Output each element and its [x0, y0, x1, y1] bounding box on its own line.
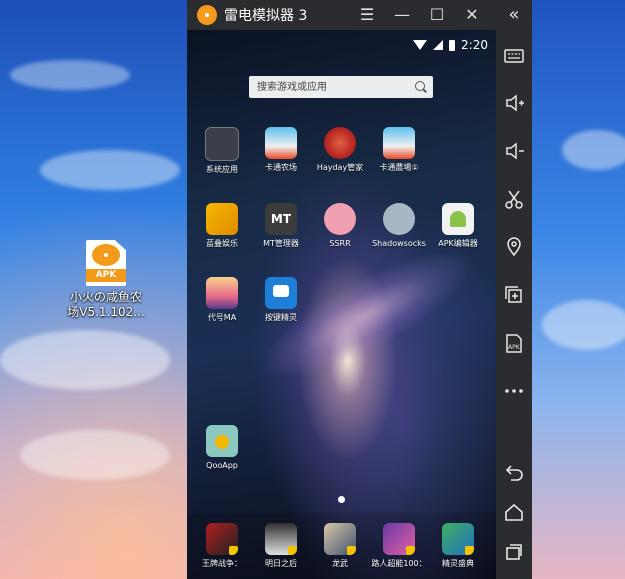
- app-apk-editor[interactable]: APK编辑器: [427, 203, 489, 249]
- dock-app-longwu[interactable]: 龙武: [309, 523, 371, 569]
- paper-plane-icon: [383, 203, 415, 235]
- app-system-apps[interactable]: 系统应用: [191, 127, 253, 175]
- robot-icon: [265, 277, 297, 309]
- app-codename-ma[interactable]: 代号MA: [191, 277, 253, 323]
- home-icon[interactable]: [502, 500, 526, 524]
- app-label: 龙武: [332, 559, 348, 568]
- battery-icon: [449, 39, 456, 51]
- more-options-icon[interactable]: [502, 379, 526, 403]
- page-indicator: [338, 496, 345, 503]
- game-icon: [324, 523, 356, 555]
- app-label: QooApp: [206, 461, 238, 470]
- window-title: 雷电模拟器 3: [224, 8, 308, 24]
- chicken-icon: [265, 127, 297, 159]
- game-icon: [442, 523, 474, 555]
- system-apps-folder-icon: [205, 127, 239, 161]
- title-bar[interactable]: 雷电模拟器 3 ☰ — ☐ ✕: [187, 0, 532, 30]
- app-label: APK编辑器: [438, 239, 478, 248]
- volume-up-icon[interactable]: [502, 91, 526, 115]
- mt-manager-icon: MT: [265, 203, 297, 235]
- game-icon: [206, 203, 238, 235]
- cloud: [562, 130, 625, 170]
- location-icon[interactable]: [502, 235, 526, 259]
- desktop-file-label-line2: 场V5.1.102...: [67, 305, 145, 319]
- cloud: [542, 300, 625, 350]
- dock-app-spirit[interactable]: 精灵盛典: [427, 523, 489, 569]
- signal-icon: [433, 40, 444, 50]
- app-qooapp[interactable]: QooApp: [191, 425, 253, 471]
- app-label: SSRR: [329, 239, 351, 248]
- app-key-sprite[interactable]: 按键精灵: [250, 277, 312, 323]
- wifi-icon: [413, 40, 428, 50]
- chicken-icon: [383, 127, 415, 159]
- app-hayday-manager[interactable]: Hayday管家: [309, 127, 371, 173]
- desktop-file-label: 小火の咸鱼农 场V5.1.102...: [62, 290, 150, 320]
- status-bar: 2:20: [413, 38, 488, 52]
- recent-apps-icon[interactable]: [502, 539, 526, 563]
- app-label: 蓝叠娱乐: [206, 239, 238, 248]
- app-mt-manager[interactable]: MT MT管理器: [250, 203, 312, 249]
- app-hayday-tw[interactable]: 卡通農場①: [368, 127, 430, 173]
- menu-button[interactable]: ☰: [357, 5, 377, 25]
- close-button[interactable]: ✕: [462, 5, 482, 25]
- status-time: 2:20: [461, 38, 488, 52]
- cloud: [0, 330, 170, 390]
- app-bluestacks-entertainment[interactable]: 蓝叠娱乐: [191, 203, 253, 249]
- app-label: 代号MA: [207, 313, 237, 322]
- cloud: [40, 150, 180, 190]
- screenshot-scissors-icon[interactable]: [502, 187, 526, 211]
- anime-icon: [206, 277, 238, 309]
- search-input[interactable]: [249, 76, 407, 98]
- multi-instance-icon[interactable]: [502, 283, 526, 307]
- app-label: Hayday管家: [316, 163, 364, 172]
- app-label: 精灵盛典: [442, 559, 474, 568]
- app-label: 按键精灵: [265, 313, 297, 322]
- dock-app-mob-psycho[interactable]: 路人超能100：: [368, 523, 430, 569]
- app-label: 明日之后: [265, 559, 297, 568]
- apk-badge: APK: [86, 269, 126, 282]
- app-ssrr[interactable]: SSRR: [309, 203, 371, 249]
- android-icon: [442, 203, 474, 235]
- app-label: MT管理器: [263, 239, 299, 248]
- game-icon: [265, 523, 297, 555]
- apk-file-icon: APK: [86, 240, 126, 286]
- search-bar[interactable]: [249, 76, 433, 98]
- app-label: 路人超能100：: [371, 559, 427, 568]
- minimize-button[interactable]: —: [392, 5, 412, 25]
- install-apk-icon[interactable]: APK: [502, 331, 526, 355]
- dock-app-war[interactable]: 王牌战争：: [191, 523, 253, 569]
- game-icon: [383, 523, 415, 555]
- game-icon: [206, 523, 238, 555]
- desktop-wallpaper-right: [532, 0, 625, 579]
- app-hayday[interactable]: 卡通农场: [250, 127, 312, 173]
- app-label: 系统应用: [206, 165, 238, 174]
- dock-app-lifeafter[interactable]: 明日之后: [250, 523, 312, 569]
- cloud: [20, 430, 170, 480]
- desktop-file-label-line1: 小火の咸鱼农: [69, 290, 142, 304]
- app-label: 卡通農場①: [379, 163, 419, 172]
- search-icon[interactable]: [415, 81, 425, 91]
- app-label: Shadowsocks: [372, 239, 426, 248]
- cloud: [10, 60, 130, 90]
- desktop-apk-file[interactable]: APK 小火の咸鱼农 场V5.1.102...: [62, 240, 150, 320]
- app-shadowsocks[interactable]: Shadowsocks: [368, 203, 430, 249]
- svg-text:APK: APK: [508, 344, 521, 351]
- collapse-toolbar-button[interactable]: «: [502, 3, 526, 27]
- keyboard-icon[interactable]: [502, 44, 526, 68]
- ldplayer-logo-icon: [197, 5, 217, 25]
- side-toolbar: « APK: [496, 0, 532, 579]
- volume-down-icon[interactable]: [502, 139, 526, 163]
- paper-plane-icon: [324, 203, 356, 235]
- maximize-button[interactable]: ☐: [427, 5, 447, 25]
- emulator-window: 雷电模拟器 3 ☰ — ☐ ✕ 2:20 系统应用 卡通农场 Hayday管家: [187, 0, 532, 579]
- app-label: 王牌战争：: [202, 559, 242, 568]
- qooapp-icon: [206, 425, 238, 457]
- android-screen: 2:20 系统应用 卡通农场 Hayday管家 卡通農場① 蓝叠娱乐: [187, 30, 496, 579]
- back-icon[interactable]: [502, 459, 526, 483]
- app-label: 卡通农场: [265, 163, 297, 172]
- hayday-manager-icon: [324, 127, 356, 159]
